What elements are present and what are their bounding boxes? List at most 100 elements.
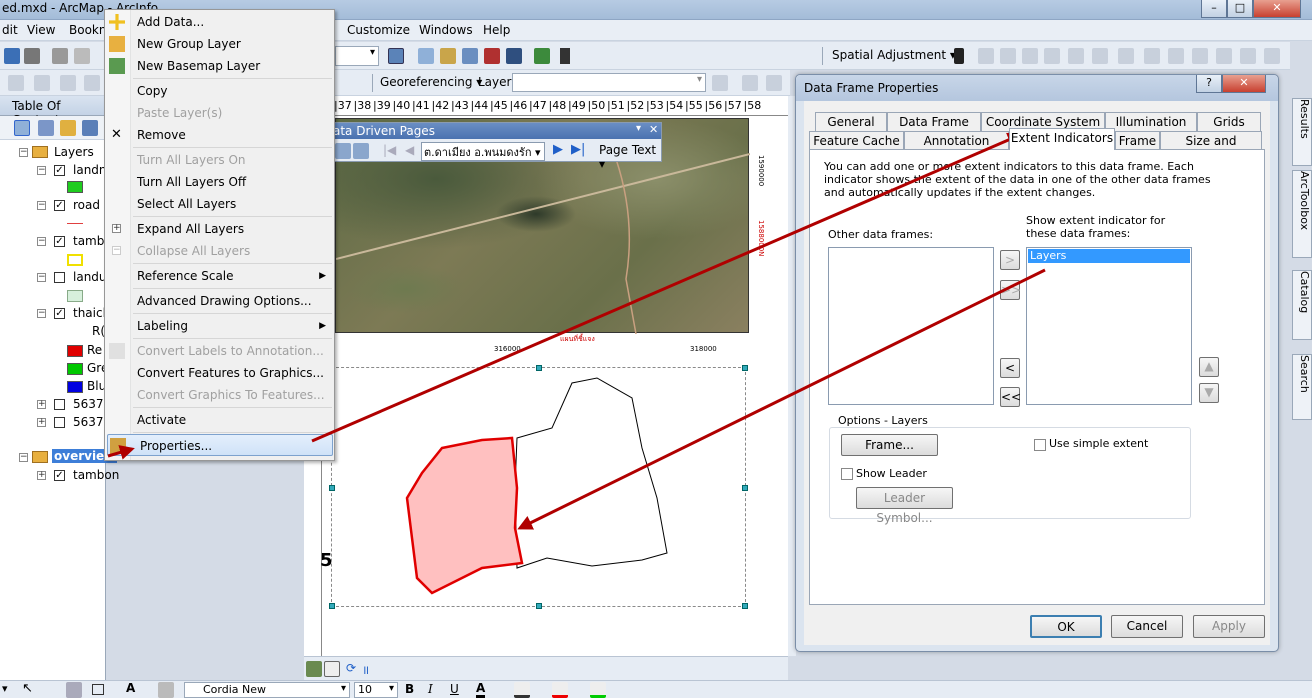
menu-item-collapse-all-layers[interactable]: − Collapse All Layers: [105, 240, 334, 262]
catalog-tab[interactable]: Catalog: [1292, 270, 1312, 340]
spatial-adjustment-menu[interactable]: Spatial Adjustment ▾: [832, 48, 956, 62]
tab-feature-cache[interactable]: Feature Cache: [809, 131, 904, 150]
copy-icon[interactable]: [74, 48, 90, 64]
save-icon[interactable]: [4, 48, 20, 64]
search-tab[interactable]: Search: [1292, 354, 1312, 420]
font-name-dropdown[interactable]: Cordia New ▾: [184, 682, 350, 698]
drawing-menu[interactable]: ▾: [2, 682, 8, 695]
minimize-button[interactable]: –: [1201, 0, 1227, 18]
page-text-menu[interactable]: Page Text ▾: [599, 143, 661, 171]
toolbar-close-icon[interactable]: ✕: [649, 123, 658, 136]
menu-item-advanced-drawing-options[interactable]: Advanced Drawing Options...: [105, 290, 334, 312]
menu-item-expand-all-layers[interactable]: + Expand All Layers: [105, 218, 334, 240]
maximize-button[interactable]: □: [1227, 0, 1253, 18]
menu-item-select-all-layers[interactable]: Select All Layers: [105, 193, 334, 215]
frame-button[interactable]: Frame...: [841, 434, 938, 456]
selection-handle[interactable]: [742, 603, 748, 609]
menu-help[interactable]: Help: [483, 23, 510, 37]
catalog-icon[interactable]: [440, 48, 456, 64]
select-elements-icon[interactable]: ↖: [22, 681, 33, 696]
whats-this-icon[interactable]: [560, 48, 570, 64]
menu-item-new-basemap-layer[interactable]: New Basemap Layer: [105, 55, 334, 77]
menu-item-convert-features[interactable]: Convert Features to Graphics...: [105, 362, 334, 384]
results-tab[interactable]: Results: [1292, 98, 1312, 166]
tab-size-and-position[interactable]: Size and Position: [1160, 131, 1262, 166]
page-selector[interactable]: ต.ดาเมียง อ.พนมดงรัก ▾: [421, 142, 545, 161]
modify-link-icon[interactable]: [1000, 48, 1016, 64]
scale-dropdown[interactable]: ▾: [335, 46, 379, 66]
selection-handle[interactable]: [329, 485, 335, 491]
toolbox-icon[interactable]: [484, 48, 500, 64]
menu-item-add-data[interactable]: Add Data...: [105, 11, 334, 33]
rectangle-icon[interactable]: [92, 684, 104, 695]
tab-extent-indicators[interactable]: Extent Indicators: [1009, 128, 1115, 150]
bold-button[interactable]: B: [405, 682, 414, 696]
help-button[interactable]: ?: [1196, 75, 1222, 93]
selection-handle[interactable]: [329, 603, 335, 609]
tab-frame[interactable]: Frame: [1115, 131, 1160, 150]
georeferencing-menu[interactable]: Georeferencing ▾: [380, 75, 482, 89]
marker-color-icon[interactable]: [590, 682, 606, 698]
adjust-icon[interactable]: [1144, 48, 1160, 64]
menu-item-convert-labels[interactable]: Convert Labels to Annotation...: [105, 340, 334, 362]
menu-item-properties[interactable]: Properties...: [107, 434, 333, 456]
menu-item-paste-layers[interactable]: Paste Layer(s): [105, 102, 334, 124]
table-icon[interactable]: [418, 48, 434, 64]
selection-handle[interactable]: [742, 365, 748, 371]
selection-handle[interactable]: [536, 365, 542, 371]
indicator-frames-list[interactable]: Layers: [1026, 247, 1192, 405]
visibility-checkbox[interactable]: [54, 272, 65, 283]
last-page-icon[interactable]: ▶|: [571, 142, 585, 157]
next-page-icon[interactable]: ▶: [553, 142, 563, 157]
toolbar-options-icon[interactable]: [1264, 48, 1280, 64]
selection-handle[interactable]: [536, 603, 542, 609]
edge-match-icon[interactable]: [1192, 48, 1208, 64]
model-icon[interactable]: [534, 48, 550, 64]
new-link-icon[interactable]: [978, 48, 994, 64]
menu-bookmarks[interactable]: Bookn: [69, 23, 106, 37]
close-button[interactable]: ✕: [1253, 0, 1301, 18]
rubbersheet-icon[interactable]: [1240, 48, 1256, 64]
tab-annotation-groups[interactable]: Annotation Groups: [904, 131, 1009, 166]
move-all-right-button[interactable]: >>: [1000, 280, 1021, 300]
print-icon[interactable]: [24, 48, 40, 64]
layer-dropdown[interactable]: ▾: [512, 73, 706, 92]
menu-item-turn-all-layers-on[interactable]: Turn All Layers On: [105, 149, 334, 171]
python-icon[interactable]: [506, 48, 522, 64]
arctoolbox-tab[interactable]: ArcToolbox: [1292, 170, 1312, 258]
show-leader-checkbox[interactable]: [841, 468, 853, 480]
menu-item-activate[interactable]: Activate: [105, 409, 334, 431]
visibility-checkbox[interactable]: ✓: [54, 470, 65, 481]
list-by-source-icon[interactable]: [38, 120, 54, 136]
pause-icon[interactable]: ॥: [362, 661, 369, 678]
cut-icon[interactable]: [52, 48, 68, 64]
search-window-icon[interactable]: [462, 48, 478, 64]
list-by-visibility-icon[interactable]: [60, 120, 76, 136]
move-left-button[interactable]: <: [1000, 358, 1020, 378]
move-up-button[interactable]: ▲: [1199, 357, 1219, 377]
menu-view[interactable]: View: [27, 23, 55, 37]
tool-icon[interactable]: [8, 75, 24, 91]
shift-icon[interactable]: [742, 75, 758, 91]
menu-item-new-group-layer[interactable]: New Group Layer: [105, 33, 334, 55]
menu-item-copy[interactable]: Copy: [105, 80, 334, 102]
displacement-link-icon[interactable]: [1044, 48, 1060, 64]
menu-windows[interactable]: Windows: [419, 23, 473, 37]
list-by-drawing-order-icon[interactable]: [14, 120, 30, 136]
marker-icon[interactable]: [158, 682, 174, 698]
layout-view-icon[interactable]: [324, 661, 340, 677]
selection-handle[interactable]: [742, 485, 748, 491]
tab-illumination[interactable]: Illumination: [1105, 112, 1197, 131]
italic-button[interactable]: I: [428, 682, 433, 696]
visibility-checkbox[interactable]: ✓: [54, 200, 65, 211]
menu-item-reference-scale[interactable]: Reference Scale ▶: [105, 265, 334, 287]
ddp-refresh-icon[interactable]: [353, 143, 369, 159]
cancel-button[interactable]: Cancel: [1111, 615, 1183, 638]
visibility-checkbox[interactable]: ✓: [54, 236, 65, 247]
font-color-button[interactable]: A: [476, 681, 486, 698]
multi-link-icon[interactable]: [1022, 48, 1038, 64]
tab-data-frame[interactable]: Data Frame: [887, 112, 981, 131]
apply-button[interactable]: Apply: [1193, 615, 1265, 638]
visibility-checkbox[interactable]: [54, 399, 65, 410]
list-by-selection-icon[interactable]: [82, 120, 98, 136]
